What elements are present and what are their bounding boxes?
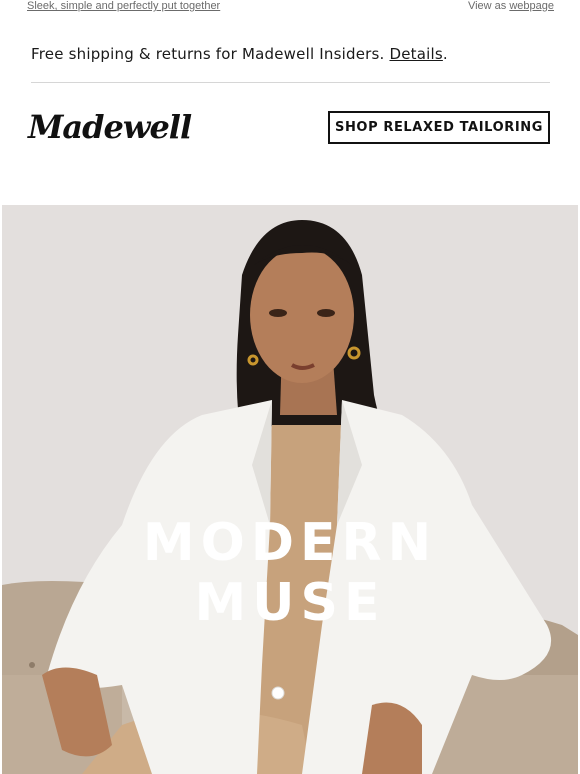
details-link[interactable]: Details [389,45,442,63]
logo-wordmark: Madewell [28,108,192,146]
shipping-text: Free shipping & returns for Madewell Ins… [31,45,390,63]
hero-title-line2: MUSE [194,573,386,633]
banner-period: . [442,45,448,63]
hero-image[interactable]: MODERN MUSE [2,205,578,774]
view-as-label: View as [467,0,507,12]
preheader-link[interactable]: Sleek, simple and perfectly put together [27,0,220,12]
hero-photo-illustration [2,205,578,774]
webpage-link[interactable]: webpage [509,0,554,12]
shipping-banner: Free shipping & returns for Madewell Ins… [31,45,448,63]
view-as-webpage: View as webpage [468,0,554,12]
madewell-logo[interactable]: Madewell [28,106,192,152]
hero-title-line1: MODERN [142,513,438,573]
shop-relaxed-tailoring-button[interactable]: SHOP RELAXED TAILORING [328,111,550,144]
preheader: Sleek, simple and perfectly put together… [0,0,580,14]
divider [31,82,550,83]
